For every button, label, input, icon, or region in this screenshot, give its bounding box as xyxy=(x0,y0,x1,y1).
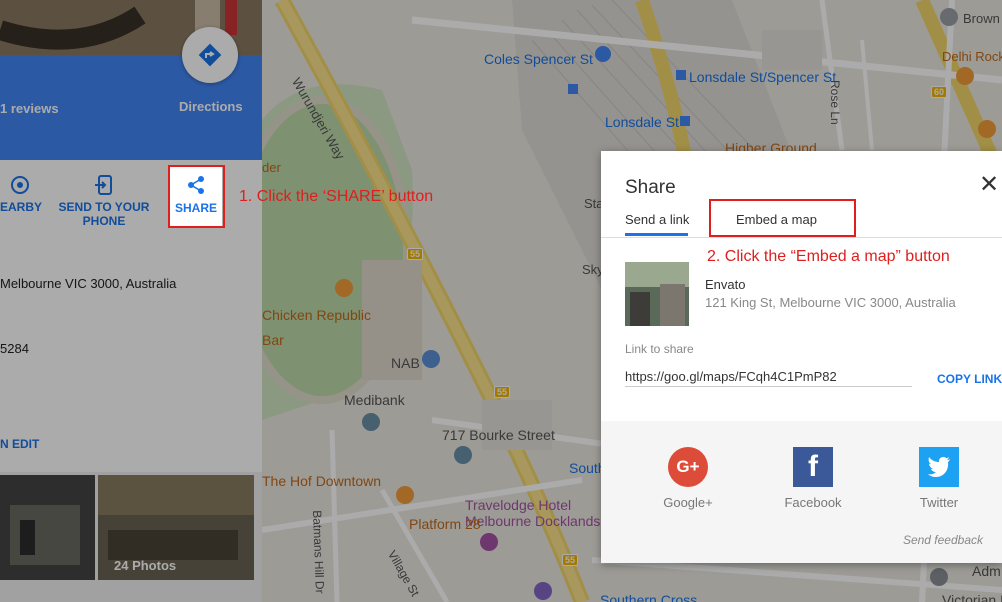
facebook-button[interactable]: f Facebook xyxy=(758,447,868,510)
panel-overlay xyxy=(0,0,262,602)
twitter-label: Twitter xyxy=(919,495,959,510)
place-address: 121 King St, Melbourne VIC 3000, Austral… xyxy=(705,295,956,310)
copy-link-button[interactable]: COPY LINK xyxy=(937,372,1002,386)
place-panel: 1 reviews Directions EARBY SEND TO YOUR … xyxy=(0,0,262,602)
facebook-icon: f xyxy=(793,447,833,487)
close-icon[interactable]: ✕ xyxy=(979,173,999,197)
place-thumbnail-image xyxy=(625,262,689,326)
share-link-field[interactable] xyxy=(625,366,912,387)
annotation-box-embed xyxy=(709,199,856,237)
link-label: Link to share xyxy=(625,342,694,356)
google-plus-label: Google+ xyxy=(663,495,713,510)
share-dialog: Share ✕ Send a link Embed a map 2. Click… xyxy=(601,151,1002,563)
tab-send-link[interactable]: Send a link xyxy=(625,212,689,227)
annotation-box-share xyxy=(168,165,225,228)
twitter-icon xyxy=(919,447,959,487)
place-name: Envato xyxy=(705,277,746,292)
twitter-button[interactable]: Twitter xyxy=(884,447,994,510)
google-plus-button[interactable]: G+ Google+ xyxy=(633,447,743,510)
facebook-label: Facebook xyxy=(784,495,842,510)
share-dialog-title: Share xyxy=(625,177,676,198)
annotation-step-2: 2. Click the “Embed a map” button xyxy=(707,248,950,265)
annotation-step-1: 1. Click the ‘SHARE’ button xyxy=(239,188,434,205)
social-section: G+ Google+ f Facebook Twitter Send feedb… xyxy=(601,421,1002,563)
google-plus-icon: G+ xyxy=(668,447,708,487)
tab-divider xyxy=(601,237,1002,238)
active-tab-indicator xyxy=(625,233,688,236)
send-feedback-link[interactable]: Send feedback xyxy=(903,533,983,547)
place-thumbnail xyxy=(625,262,689,326)
